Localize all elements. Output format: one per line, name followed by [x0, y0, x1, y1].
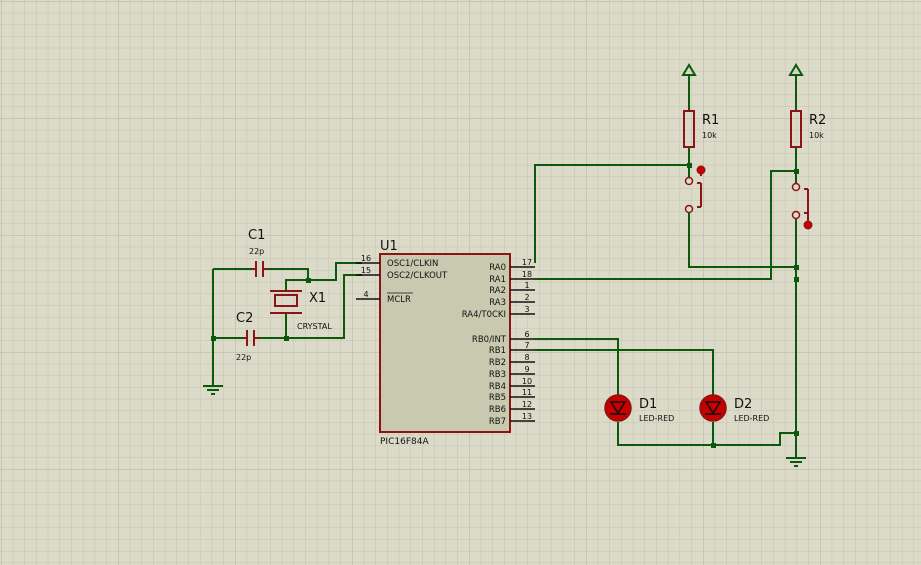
pin-name: RB1	[489, 346, 506, 356]
pin-number: 9	[524, 365, 529, 374]
d2-value: LED-RED	[734, 414, 769, 423]
sw1-actuator-button-icon[interactable]	[696, 165, 706, 175]
u1-ref: U1	[380, 239, 398, 254]
d2-body	[699, 394, 727, 422]
pin-number: 7	[524, 341, 529, 350]
r2-value: 10k	[809, 131, 824, 140]
pin-number: 2	[524, 293, 529, 302]
junction-dot	[687, 163, 692, 168]
d1-ref: D1	[639, 397, 657, 412]
pin-name: RA0	[489, 263, 506, 273]
junction-dot	[306, 278, 311, 283]
pin-number: 4	[363, 290, 368, 299]
pin-number: 10	[522, 377, 532, 386]
sw1-contact-bottom	[684, 204, 694, 214]
x1-value: CRYSTAL	[297, 322, 332, 331]
d1-body	[604, 394, 632, 422]
pin-name: RB7	[489, 417, 506, 427]
pin-name: RB4	[489, 382, 506, 392]
junction-dot	[794, 169, 799, 174]
pin-name: RA4/T0CKI	[462, 310, 506, 320]
pin-number: 6	[524, 330, 529, 339]
pin-name: RA1	[489, 275, 506, 285]
junction-dot	[211, 336, 216, 341]
pin-name: RA2	[489, 286, 506, 296]
pin-name: OSC2/CLKOUT	[387, 271, 448, 281]
pin-number: 13	[522, 412, 532, 421]
pin-number: 11	[522, 388, 532, 397]
junction-dot	[794, 277, 799, 282]
c1-ref: C1	[248, 228, 265, 243]
pin-name: OSC1/CLKIN	[387, 259, 438, 269]
sw2-actuator-button-icon[interactable]	[803, 220, 813, 230]
c2-ref: C2	[236, 311, 253, 326]
pin-name: RB5	[489, 393, 506, 403]
junction-dot	[284, 336, 289, 341]
schematic-canvas: U1 PIC16F84A 16OSC1/CLKIN15OSC2/CLKOUT4M…	[0, 0, 921, 565]
pin-number: 1	[524, 281, 529, 290]
x1-ref: X1	[309, 291, 326, 306]
pin-name: RB6	[489, 405, 506, 415]
pin-number: 17	[522, 258, 532, 267]
pin-name: RB0/INT	[472, 335, 507, 345]
sw2-contact-top	[791, 182, 801, 192]
pin-name: MCLR	[387, 295, 411, 305]
r1-ref: R1	[702, 113, 719, 128]
u1-microcontroller[interactable]: U1 PIC16F84A 16OSC1/CLKIN15OSC2/CLKOUT4M…	[356, 239, 535, 447]
c1-value: 22p	[249, 247, 264, 256]
junction-dot	[711, 443, 716, 448]
sw1-contact-top	[684, 176, 694, 186]
pin-number: 18	[522, 270, 532, 279]
pin-number: 12	[522, 400, 532, 409]
d2-ref: D2	[734, 397, 752, 412]
c2-value: 22p	[236, 353, 251, 362]
d1-value: LED-RED	[639, 414, 674, 423]
pin-number: 3	[524, 305, 529, 314]
pin-name: RB3	[489, 370, 506, 380]
junction-dot	[794, 265, 799, 270]
pin-number: 16	[361, 254, 371, 263]
r2-ref: R2	[809, 113, 826, 128]
r1-value: 10k	[702, 131, 717, 140]
u1-part: PIC16F84A	[380, 437, 429, 447]
pin-number: 8	[524, 353, 529, 362]
pin-name: RB2	[489, 358, 506, 368]
pin-name: RA3	[489, 298, 506, 308]
sw2-contact-bottom	[791, 210, 801, 220]
pin-number: 15	[361, 266, 371, 275]
junction-dot	[794, 431, 799, 436]
